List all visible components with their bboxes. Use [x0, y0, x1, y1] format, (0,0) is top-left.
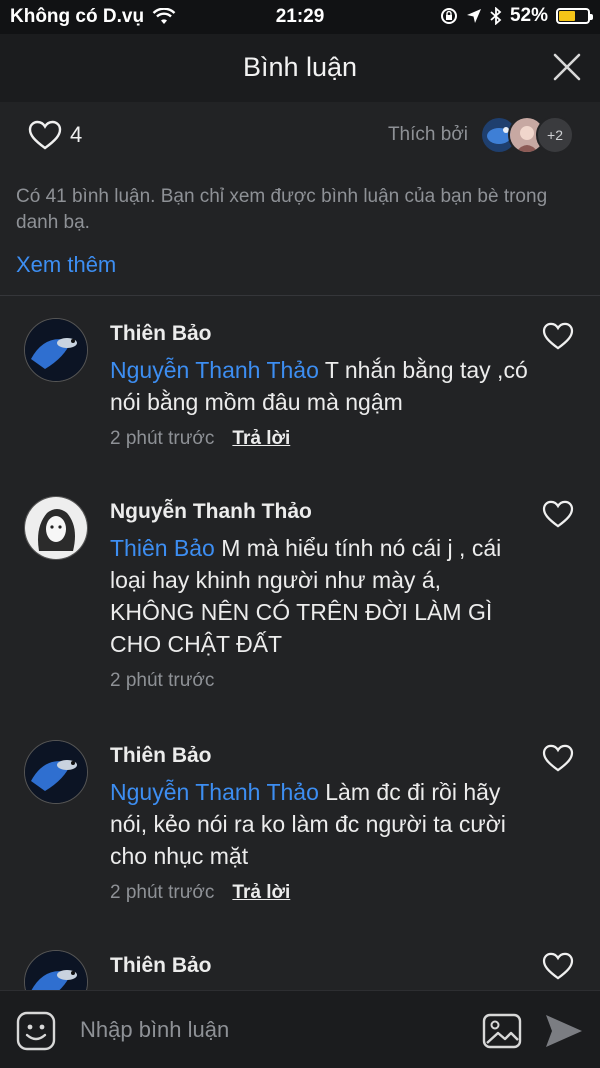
- status-bar: Không có D.vụ 21:29 52%: [0, 0, 600, 34]
- like-count: 4: [70, 122, 83, 147]
- page-title: Bình luận: [242, 52, 358, 82]
- comment-text: Nguyễn Thanh Thảo Làm đc đi rồi hãy nói,…: [110, 779, 506, 869]
- battery-percent: 52%: [509, 5, 548, 26]
- comment-author[interactable]: Thiên Bảo: [110, 744, 212, 768]
- emoji-icon[interactable]: [16, 1011, 56, 1051]
- send-icon[interactable]: [544, 1013, 584, 1049]
- bluetooth-icon: [490, 7, 502, 25]
- battery-icon: [556, 8, 593, 24]
- location-arrow-icon: [466, 9, 481, 23]
- rotation-lock-icon: [440, 8, 457, 24]
- comment-meta: 2 phút trước: [110, 670, 214, 692]
- comment-time: 2 phút trước: [110, 428, 215, 449]
- comments-notice: Có 41 bình luận. Bạn chỉ xem được bình l…: [16, 186, 548, 233]
- comment-like-heart-icon[interactable]: [542, 500, 574, 528]
- liked-by-avatars[interactable]: +2: [480, 116, 574, 154]
- comment-like-heart-icon[interactable]: [542, 744, 574, 772]
- comments-header: Bình luận: [0, 34, 600, 102]
- comment-author[interactable]: Thiên Bảo: [110, 322, 212, 346]
- comment-like-heart-icon[interactable]: [542, 322, 574, 350]
- image-icon[interactable]: [482, 1013, 522, 1049]
- comment-like-heart-icon[interactable]: [542, 952, 574, 980]
- comment-mention[interactable]: Nguyễn Thanh Thảo: [110, 779, 319, 805]
- see-more-link[interactable]: Xem thêm: [16, 252, 116, 278]
- comment-mention[interactable]: Thiên Bảo: [110, 535, 215, 561]
- comment-author[interactable]: Thiên Bảo: [110, 954, 212, 978]
- close-icon[interactable]: [552, 52, 582, 82]
- comment-author[interactable]: Nguyễn Thanh Thảo: [110, 500, 312, 524]
- reply-button[interactable]: Trả lời: [232, 882, 290, 903]
- comment-time: 2 phút trước: [110, 670, 215, 691]
- like-heart-icon[interactable]: [28, 120, 62, 150]
- more-likers-badge[interactable]: +2: [536, 116, 574, 154]
- comment-input[interactable]: Nhập bình luận: [80, 1017, 229, 1043]
- comment-time: 2 phút trước: [110, 882, 215, 903]
- avatar[interactable]: [24, 496, 88, 560]
- avatar[interactable]: [24, 740, 88, 804]
- likes-row: 4 Thích bởi +2: [0, 102, 600, 166]
- comment-text: Nguyễn Thanh Thảo T nhắn bằng tay ,có nó…: [110, 357, 528, 415]
- divider: [0, 295, 600, 296]
- comment-meta: 2 phút trước Trả lời: [110, 882, 290, 904]
- comment-text: Thiên Bảo M mà hiểu tính nó cái j , cái …: [110, 535, 502, 657]
- comment-meta: 2 phút trước Trả lời: [110, 428, 290, 450]
- liked-by-label[interactable]: Thích bởi: [388, 124, 468, 146]
- comment-composer: Nhập bình luận: [0, 990, 600, 1068]
- reply-button[interactable]: Trả lời: [232, 428, 290, 449]
- comment-mention[interactable]: Nguyễn Thanh Thảo: [110, 357, 319, 383]
- avatar[interactable]: [24, 318, 88, 382]
